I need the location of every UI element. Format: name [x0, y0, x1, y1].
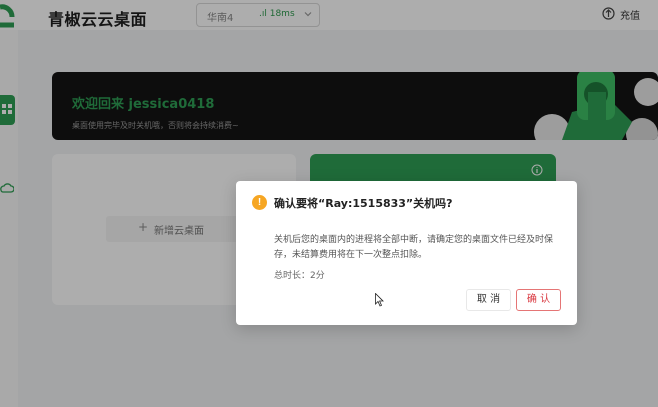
shutdown-confirm-dialog: 确认要将“Ray:1515833”关机吗? 关机后您的桌面内的进程将全部中断，请… [236, 181, 577, 325]
cancel-button[interactable]: 取 消 [466, 289, 511, 311]
warning-icon [252, 195, 267, 210]
duration-text: 总时长：2分 [274, 271, 325, 281]
cursor-icon [375, 293, 384, 307]
dialog-message: 关机后您的桌面内的进程将全部中断，请确定您的桌面文件已经及时保存，未结算费用将在… [274, 235, 554, 260]
dialog-title: 确认要将“Ray:1515833”关机吗? [274, 197, 453, 210]
confirm-button[interactable]: 确 认 [516, 289, 561, 311]
